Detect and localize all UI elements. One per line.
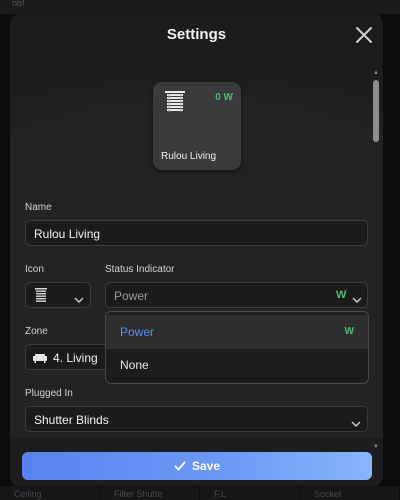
background-tab: Socket	[300, 486, 400, 500]
background-header: no!	[0, 0, 400, 14]
chevron-down-icon	[352, 291, 362, 303]
dropdown-option-power[interactable]: Power W	[106, 315, 368, 349]
status-indicator-label: Status Indicator	[105, 264, 175, 275]
window-blind-icon	[35, 288, 47, 302]
device-preview-card: 0 W Rulou Living	[153, 82, 241, 170]
zone-select[interactable]: 4. Living	[25, 344, 115, 370]
background-tab: F.L	[200, 486, 300, 500]
icon-label: Icon	[25, 264, 44, 275]
plugged-in-select[interactable]: Shutter Blinds	[25, 406, 368, 432]
scroll-up-arrow[interactable]: ▲	[372, 70, 380, 76]
scroll-down-arrow[interactable]: ▼	[372, 444, 380, 450]
name-field[interactable]: Rulou Living	[25, 220, 368, 246]
device-power-reading: 0 W	[215, 92, 233, 103]
settings-modal: Settings 0 W Rulou Living ▲ ▼ Name Rulou…	[10, 14, 383, 486]
sofa-icon	[33, 354, 47, 363]
modal-title: Settings	[166, 26, 227, 43]
plugged-in-value: Shutter Blinds	[34, 413, 109, 427]
window-blind-icon	[165, 91, 185, 112]
background-tab-strip: Ceiling Filter Shutte F.L Socket	[0, 486, 400, 500]
background-tab: Filter Shutte	[100, 486, 200, 500]
status-indicator-badge: W	[336, 289, 347, 301]
status-indicator-select[interactable]: Power W	[105, 282, 368, 308]
dropdown-option-badge: W	[344, 326, 354, 337]
close-button[interactable]	[353, 24, 375, 46]
status-indicator-value: Power	[114, 289, 149, 303]
zone-label: Zone	[25, 326, 48, 337]
name-label: Name	[25, 202, 52, 213]
name-field-value: Rulou Living	[34, 227, 101, 241]
background-tab: Ceiling	[0, 486, 100, 500]
dropdown-option-label: None	[120, 358, 149, 372]
status-indicator-dropdown: Power W None	[105, 311, 369, 384]
dropdown-option-label: Power	[120, 325, 155, 339]
device-name: Rulou Living	[161, 151, 217, 162]
background-top-text: no!	[12, 0, 25, 8]
check-icon	[174, 461, 186, 471]
icon-select[interactable]	[25, 282, 91, 308]
chevron-down-icon	[74, 291, 84, 303]
save-button[interactable]: Save	[22, 452, 372, 480]
save-button-label: Save	[191, 459, 221, 473]
scrollbar-thumb[interactable]	[373, 80, 379, 142]
plugged-in-label: Plugged In	[25, 388, 73, 399]
dropdown-option-none[interactable]: None	[106, 348, 368, 382]
chevron-down-icon	[351, 415, 361, 427]
zone-value: 4. Living	[53, 351, 98, 365]
close-icon	[356, 27, 372, 43]
